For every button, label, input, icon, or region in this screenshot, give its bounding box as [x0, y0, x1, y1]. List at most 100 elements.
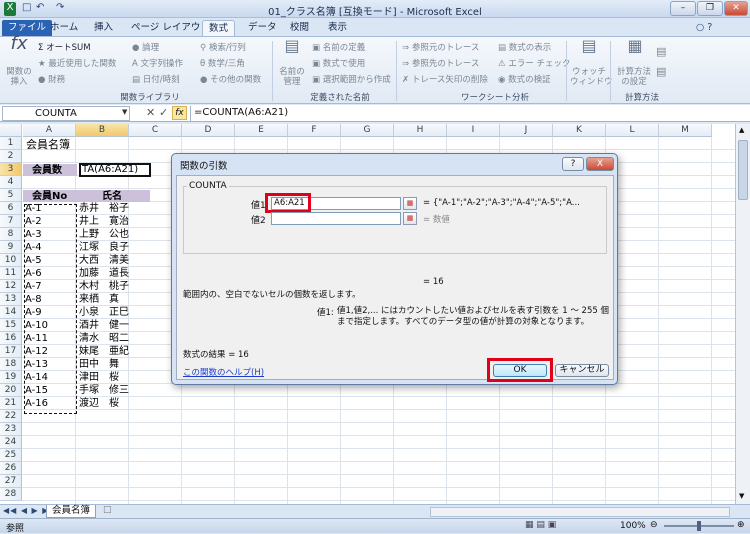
- name-box-dropdown-icon[interactable]: ▼: [122, 108, 127, 116]
- trace-precedents-button[interactable]: ⇒ 参照元のトレース: [402, 41, 479, 53]
- column-header[interactable]: H: [394, 124, 447, 137]
- calculate-now-icon[interactable]: ▤: [656, 45, 666, 58]
- member-name-cell[interactable]: 小泉 正巳: [79, 306, 129, 319]
- zoom-in-icon[interactable]: ⊕: [737, 520, 745, 530]
- trace-dependents-button[interactable]: ⇒ 参照先のトレース: [402, 57, 479, 69]
- row-header[interactable]: 28: [0, 488, 22, 501]
- column-header[interactable]: C: [129, 124, 182, 137]
- row-header[interactable]: 22: [0, 410, 22, 423]
- row-header[interactable]: 10: [0, 254, 22, 267]
- row-header[interactable]: 11: [0, 267, 22, 280]
- column-header[interactable]: F: [288, 124, 341, 137]
- row-header[interactable]: 20: [0, 384, 22, 397]
- member-name-cell[interactable]: 加藤 道長: [79, 267, 129, 280]
- column-header[interactable]: D: [182, 124, 235, 137]
- row-header[interactable]: 8: [0, 228, 22, 241]
- active-cell-b3[interactable]: TA(A6:A21): [79, 163, 151, 177]
- autosum-button[interactable]: Σ オートSUM: [38, 41, 91, 53]
- horizontal-scrollbar[interactable]: [430, 507, 730, 517]
- row-header[interactable]: 23: [0, 423, 22, 436]
- member-name-cell[interactable]: 木村 桃子: [79, 280, 129, 293]
- cancel-entry-icon[interactable]: ✕: [146, 106, 155, 119]
- row-header[interactable]: 3: [0, 163, 22, 176]
- column-header[interactable]: L: [606, 124, 659, 137]
- member-name-cell[interactable]: 手塚 修三: [79, 384, 129, 397]
- vertical-scrollbar[interactable]: ▲ ▼: [735, 124, 750, 504]
- remove-arrows-button[interactable]: ✗ トレース矢印の削除: [402, 73, 488, 85]
- row-header[interactable]: 13: [0, 293, 22, 306]
- tab-data[interactable]: データ: [242, 20, 283, 36]
- collapse-dialog-icon[interactable]: ▦: [403, 197, 417, 210]
- function-help-link[interactable]: この関数のヘルプ(H): [183, 366, 264, 378]
- column-header[interactable]: A: [23, 124, 76, 137]
- member-name-cell[interactable]: 来栖 真: [79, 293, 119, 306]
- lookup-button[interactable]: ⚲ 検索/行列: [200, 41, 246, 53]
- name-box[interactable]: COUNTA: [2, 106, 130, 121]
- name-manager-button[interactable]: 名前の 管理: [276, 67, 308, 87]
- evaluate-formula-button[interactable]: ◉ 数式の検証: [498, 73, 551, 85]
- zoom-out-icon[interactable]: ⊖: [650, 520, 658, 530]
- row-header[interactable]: 4: [0, 176, 22, 189]
- column-header[interactable]: M: [659, 124, 712, 137]
- error-checking-button[interactable]: ⚠ エラー チェック: [498, 57, 571, 69]
- function-icon[interactable]: fx: [4, 35, 34, 53]
- column-header[interactable]: B: [76, 124, 129, 137]
- arg2-input[interactable]: [271, 212, 401, 225]
- row-header[interactable]: 15: [0, 319, 22, 332]
- member-name-cell[interactable]: 津田 桜: [79, 371, 119, 384]
- more-functions-button[interactable]: ● その他の関数: [200, 73, 261, 85]
- column-header[interactable]: J: [500, 124, 553, 137]
- tab-view[interactable]: 表示: [322, 20, 353, 36]
- collapse-dialog-icon[interactable]: ▦: [403, 212, 417, 225]
- show-formulas-button[interactable]: ▤ 数式の表示: [498, 41, 551, 53]
- member-name-cell[interactable]: 井上 寛治: [79, 215, 129, 228]
- member-name-cell[interactable]: 江塚 良子: [79, 241, 129, 254]
- row-header[interactable]: 5: [0, 189, 22, 202]
- row-header[interactable]: 26: [0, 462, 22, 475]
- zoom-level[interactable]: 100%: [620, 521, 646, 531]
- create-from-selection-button[interactable]: ▣ 選択範囲から作成: [312, 73, 391, 85]
- row-header[interactable]: 21: [0, 397, 22, 410]
- tab-home[interactable]: ホーム: [44, 20, 84, 36]
- dialog-close-button[interactable]: X: [586, 157, 614, 171]
- insert-sheet-icon[interactable]: □: [103, 505, 112, 515]
- row-header[interactable]: 27: [0, 475, 22, 488]
- formula-input[interactable]: =COUNTA(A6:A21): [190, 106, 750, 121]
- scroll-up-icon[interactable]: ▲: [739, 126, 744, 134]
- ok-button[interactable]: OK: [493, 364, 547, 377]
- row-header[interactable]: 6: [0, 202, 22, 215]
- insert-function-icon[interactable]: fx: [172, 106, 187, 120]
- select-all-corner[interactable]: [0, 124, 22, 137]
- row-header[interactable]: 14: [0, 306, 22, 319]
- member-name-cell[interactable]: 妹尾 亜紀: [79, 345, 129, 358]
- help-icon[interactable]: ○ ?: [690, 20, 718, 36]
- column-header[interactable]: E: [235, 124, 288, 137]
- row-header[interactable]: 18: [0, 358, 22, 371]
- cancel-button[interactable]: キャンセル: [555, 364, 609, 377]
- scroll-down-icon[interactable]: ▼: [739, 492, 744, 500]
- use-in-formula-button[interactable]: ▣ 数式で使用: [312, 57, 365, 69]
- tab-formulas[interactable]: 数式: [202, 20, 236, 36]
- define-name-button[interactable]: ▣ 名前の定義: [312, 41, 365, 53]
- row-header[interactable]: 2: [0, 150, 22, 163]
- dialog-help-button[interactable]: ?: [562, 157, 584, 171]
- row-header[interactable]: 17: [0, 345, 22, 358]
- sheet-tab-members[interactable]: 会員名簿: [46, 505, 97, 518]
- tab-review[interactable]: 校閲: [284, 20, 315, 36]
- column-header[interactable]: K: [553, 124, 606, 137]
- close-window-button[interactable]: ✕: [724, 1, 748, 16]
- row-header[interactable]: 12: [0, 280, 22, 293]
- member-name-cell[interactable]: 清水 昭二: [79, 332, 129, 345]
- datetime-button[interactable]: ▤ 日付/時刻: [132, 73, 180, 85]
- watch-window-button[interactable]: ウォッチ ウィンドウ: [570, 67, 613, 87]
- enter-icon[interactable]: ✓: [159, 106, 168, 119]
- column-header[interactable]: I: [447, 124, 500, 137]
- text-button[interactable]: A 文字列操作: [132, 57, 183, 69]
- insert-function-button[interactable]: 関数の 挿入: [2, 67, 36, 87]
- member-name-cell[interactable]: 渡辺 桜: [79, 397, 119, 410]
- logical-button[interactable]: ● 論理: [132, 41, 159, 53]
- member-name-cell[interactable]: 田中 舞: [79, 358, 119, 371]
- row-header[interactable]: 7: [0, 215, 22, 228]
- row-header[interactable]: 9: [0, 241, 22, 254]
- restore-button[interactable]: ❐: [697, 1, 723, 16]
